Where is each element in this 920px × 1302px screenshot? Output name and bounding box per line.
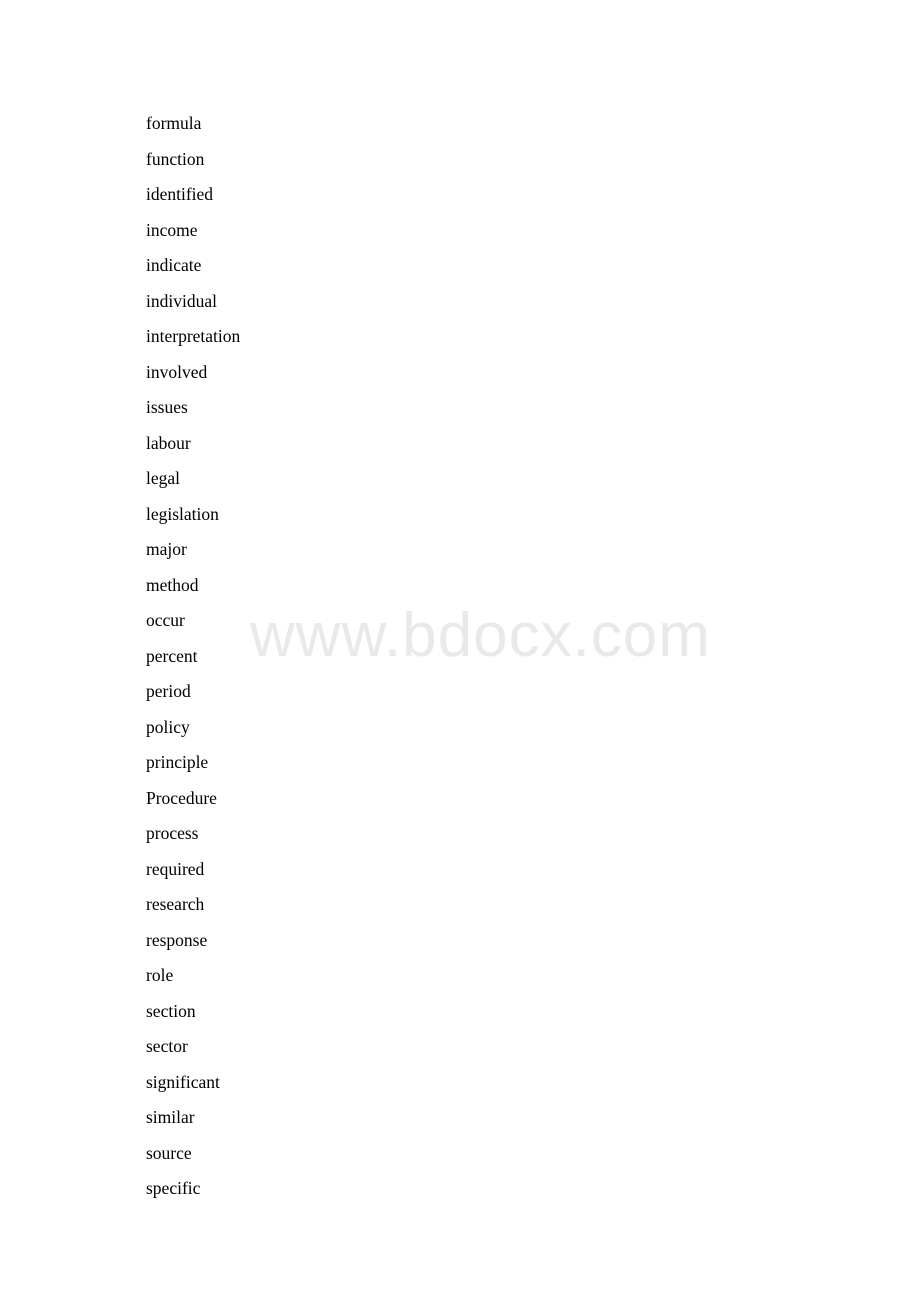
- list-item: period: [146, 681, 191, 701]
- list-item: sector: [146, 1036, 188, 1056]
- list-item: significant: [146, 1071, 220, 1092]
- list-item: method: [146, 574, 199, 595]
- list-item: policy: [146, 716, 190, 737]
- list-item: process: [146, 823, 199, 843]
- list-item: occur: [146, 610, 185, 630]
- list-item: research: [146, 894, 205, 914]
- list-item: indicate: [146, 255, 202, 275]
- list-item: Procedure: [146, 787, 217, 808]
- list-item: role: [146, 965, 174, 985]
- list-item: response: [146, 929, 208, 950]
- list-item: principle: [146, 752, 209, 772]
- list-item: similar: [146, 1107, 195, 1127]
- list-item: specific: [146, 1178, 201, 1198]
- list-item: income: [146, 219, 198, 240]
- list-item: major: [146, 539, 187, 559]
- list-item: legislation: [146, 503, 219, 524]
- list-item: involved: [146, 361, 208, 382]
- list-item: required: [146, 858, 205, 879]
- list-item: interpretation: [146, 326, 241, 346]
- list-item: formula: [146, 113, 202, 133]
- list-item: individual: [146, 290, 217, 311]
- list-item: legal: [146, 468, 181, 488]
- list-item: percent: [146, 645, 198, 666]
- list-item: issues: [146, 397, 188, 417]
- list-item: identified: [146, 184, 214, 204]
- list-item: function: [146, 148, 205, 169]
- word-list: formula function identified income indicate i…: [146, 106, 746, 1207]
- list-item: source: [146, 1142, 192, 1163]
- document-page: www.bdocx.com formula function identified i…: [0, 0, 920, 1302]
- list-item: section: [146, 1000, 196, 1021]
- list-item: labour: [146, 432, 191, 453]
